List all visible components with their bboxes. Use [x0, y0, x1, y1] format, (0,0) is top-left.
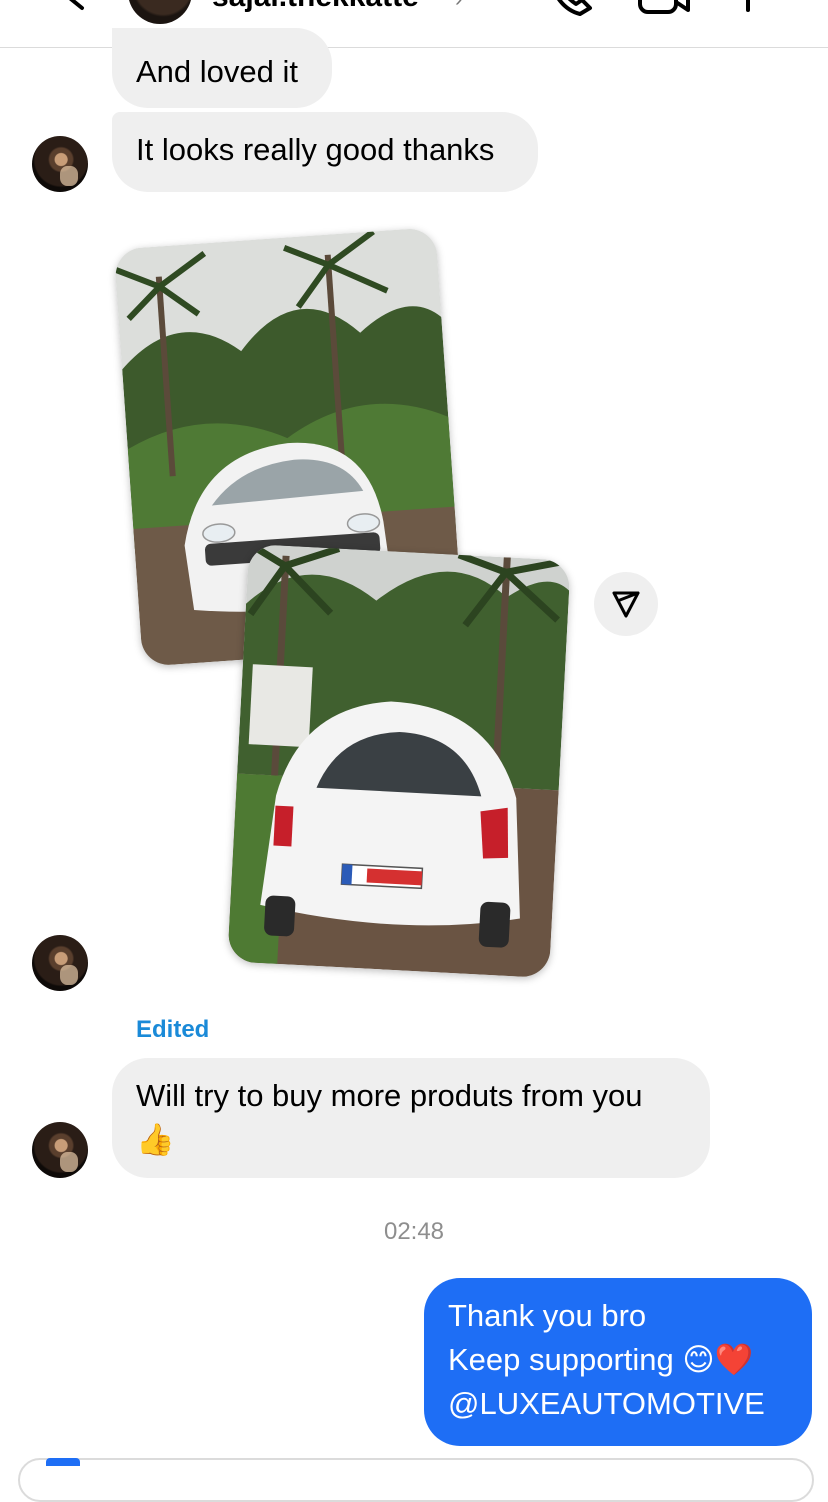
- chevron-left-icon[interactable]: [58, 0, 88, 12]
- message-bubble-received[interactable]: Will try to buy more produts from you 👍: [112, 1058, 710, 1178]
- edited-label: Edited: [136, 1016, 210, 1043]
- thumbs-up-emoji: 👍: [136, 1122, 175, 1157]
- message-text: It looks really good thanks: [136, 132, 495, 167]
- message-text: Will try to buy more produts from you: [136, 1078, 643, 1113]
- sent-text-line: Thank you bro: [448, 1298, 647, 1333]
- header-avatar[interactable]: [128, 0, 192, 24]
- camera-button[interactable]: [46, 1458, 80, 1466]
- car-rear-photo: [227, 543, 571, 979]
- paper-plane-icon: [612, 591, 640, 618]
- info-icon[interactable]: [738, 0, 758, 14]
- message-bubble-sent[interactable]: Thank you bro Keep supporting 😊❤️ @LUXEA…: [424, 1278, 812, 1446]
- phone-icon[interactable]: [548, 0, 594, 18]
- sent-text-line: @LUXEAUTOMOTIVE: [448, 1386, 765, 1421]
- sent-text-line: Keep supporting 😊❤️: [448, 1342, 754, 1377]
- sender-avatar[interactable]: [32, 1122, 88, 1178]
- shared-photo-rear[interactable]: [227, 543, 571, 979]
- sender-avatar[interactable]: [32, 935, 88, 991]
- video-camera-icon[interactable]: [636, 0, 692, 16]
- sender-avatar[interactable]: [32, 136, 88, 192]
- message-text: And loved it: [136, 54, 298, 89]
- message-bubble-received[interactable]: It looks really good thanks: [112, 112, 538, 192]
- contact-username[interactable]: sajal.thekkatte: [212, 0, 419, 14]
- message-composer[interactable]: [18, 1458, 814, 1502]
- message-bubble-received[interactable]: And loved it: [112, 28, 332, 108]
- message-timestamp: 02:48: [383, 1218, 445, 1245]
- share-button[interactable]: [594, 572, 658, 636]
- chevron-right-icon[interactable]: ›: [455, 0, 462, 12]
